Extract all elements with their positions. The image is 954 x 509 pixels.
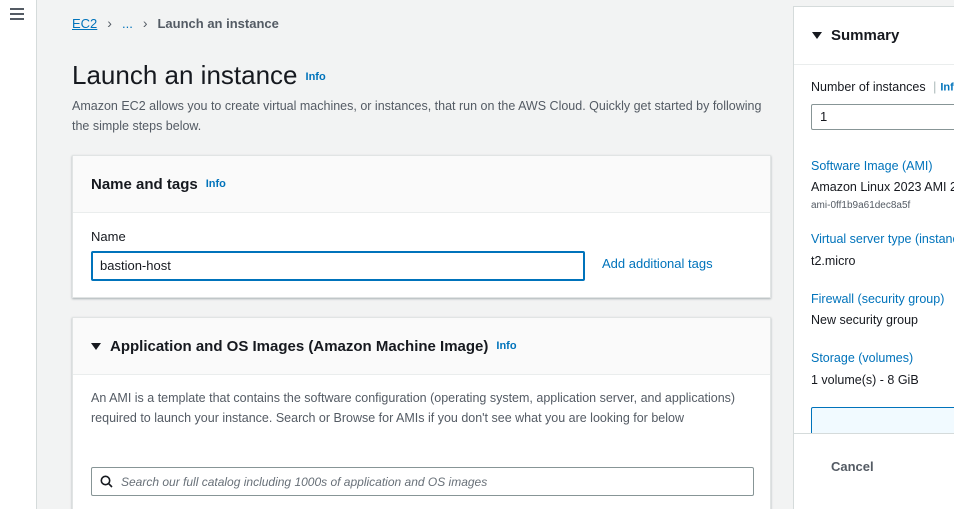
- ami-panel: Application and OS Images (Amazon Machin…: [72, 317, 771, 509]
- caret-down-icon[interactable]: [812, 32, 822, 39]
- summary-info-box: [811, 407, 954, 433]
- server-type-value: t2.micro: [811, 254, 856, 268]
- ami-header[interactable]: Application and OS Images (Amazon Machin…: [73, 318, 770, 375]
- ami-heading: Application and OS Images (Amazon Machin…: [110, 337, 489, 355]
- num-instances-input[interactable]: 1: [811, 104, 954, 130]
- summary-header[interactable]: Summary: [794, 7, 954, 65]
- search-icon: [100, 475, 113, 488]
- ami-summary-id: ami-0ff1b9a61dec8a5f: [811, 200, 911, 211]
- chevron-right-icon: ›: [107, 15, 112, 31]
- ami-info-link[interactable]: Info: [496, 340, 516, 352]
- breadcrumb-current: Launch an instance: [157, 15, 279, 31]
- breadcrumb-ellipsis[interactable]: ...: [122, 16, 133, 31]
- cancel-button[interactable]: Cancel: [831, 459, 874, 474]
- hamburger-icon[interactable]: [10, 8, 24, 20]
- summary-footer: Cancel: [793, 434, 954, 509]
- storage-link[interactable]: Storage (volumes): [811, 351, 913, 365]
- ami-search-input[interactable]: Search our full catalog including 1000s …: [91, 467, 754, 496]
- num-instances-info-link[interactable]: Info: [940, 82, 954, 94]
- page-info-link[interactable]: Info: [306, 71, 326, 83]
- page-title: Launch an instance Info: [72, 60, 326, 91]
- name-and-tags-heading: Name and tags: [91, 175, 198, 193]
- left-nav-rail: [0, 0, 37, 509]
- name-label: Name: [91, 229, 126, 244]
- ami-description: An AMI is a template that contains the s…: [91, 391, 736, 425]
- name-and-tags-header: Name and tags Info: [73, 156, 770, 213]
- breadcrumb: EC2 › ... › Launch an instance: [72, 15, 279, 31]
- summary-panel: Summary Number of instances |Info 1 Soft…: [793, 6, 954, 434]
- caret-down-icon[interactable]: [91, 342, 101, 350]
- storage-value: 1 volume(s) - 8 GiB: [811, 373, 919, 387]
- page-title-text: Launch an instance: [72, 60, 298, 90]
- summary-heading: Summary: [831, 27, 900, 44]
- name-and-tags-info-link[interactable]: Info: [206, 178, 226, 190]
- add-additional-tags-link[interactable]: Add additional tags: [602, 256, 713, 271]
- name-and-tags-panel: Name and tags Info Name bastion-host Add…: [72, 155, 771, 298]
- firewall-link[interactable]: Firewall (security group): [811, 292, 944, 306]
- name-input[interactable]: bastion-host: [91, 251, 585, 281]
- ami-summary-value: Amazon Linux 2023 AMI 2023.0.20230315.0 …: [811, 180, 954, 194]
- search-placeholder: Search our full catalog including 1000s …: [121, 474, 488, 489]
- num-instances-label: Number of instances |Info: [811, 80, 954, 94]
- breadcrumb-ec2-link[interactable]: EC2: [72, 16, 97, 31]
- page-description: Amazon EC2 allows you to create virtual …: [72, 99, 762, 133]
- num-instances-label-text: Number of instances: [811, 80, 926, 94]
- chevron-right-icon: ›: [142, 15, 148, 31]
- firewall-value: New security group: [811, 313, 918, 327]
- server-type-link[interactable]: Virtual server type (instance type): [811, 232, 954, 246]
- ami-summary-link[interactable]: Software Image (AMI): [811, 159, 933, 173]
